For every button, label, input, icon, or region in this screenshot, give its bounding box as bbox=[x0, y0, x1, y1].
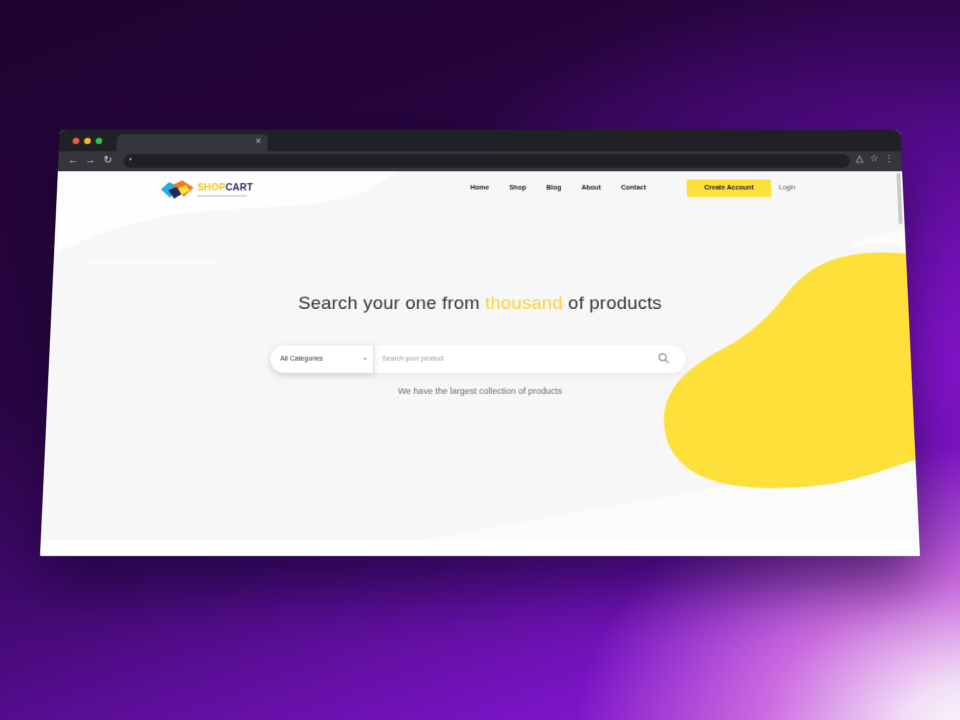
lock-icon: ▪ bbox=[129, 154, 133, 164]
chevron-down-icon: ⌄ bbox=[361, 353, 369, 362]
login-link[interactable]: Login bbox=[779, 184, 796, 193]
logo-tagline bbox=[197, 194, 248, 197]
category-select[interactable]: All Categories ⌄ bbox=[270, 345, 375, 373]
hero-title-highlight: thousand bbox=[485, 293, 563, 314]
hero-title-end: of products bbox=[562, 293, 663, 314]
search-icon[interactable] bbox=[657, 352, 670, 364]
shopcart-logo[interactable]: SHOPCART bbox=[159, 179, 254, 199]
browser-toolbar: ← → ↻ ▪ △ ☆ ⋮ bbox=[57, 151, 903, 172]
star-icon[interactable]: ☆ bbox=[870, 154, 879, 164]
logo-wordmark: SHOPCART bbox=[197, 183, 253, 197]
logo-text-shop: SHOP bbox=[197, 182, 226, 193]
search-input[interactable]: Search your product bbox=[382, 355, 444, 364]
minimize-window-dot[interactable] bbox=[84, 137, 91, 145]
main-nav: Home Shop Blog About Contact bbox=[470, 184, 666, 193]
nav-shop[interactable]: Shop bbox=[509, 184, 526, 193]
nav-about[interactable]: About bbox=[581, 184, 601, 193]
shopping-bags-icon bbox=[160, 180, 194, 199]
yellow-blob bbox=[660, 252, 917, 489]
create-account-button[interactable]: Create Account bbox=[686, 179, 772, 197]
hero-title: Search your one from thousand of product… bbox=[266, 294, 695, 315]
hero-subtitle: We have the largest collection of produc… bbox=[397, 386, 563, 396]
maximize-window-dot[interactable] bbox=[95, 137, 103, 145]
tab-close-icon[interactable]: × bbox=[255, 137, 261, 148]
share-icon[interactable]: △ bbox=[856, 154, 864, 164]
close-window-dot[interactable] bbox=[72, 137, 80, 145]
back-arrow-icon[interactable]: ← bbox=[68, 155, 79, 167]
nav-blog[interactable]: Blog bbox=[546, 184, 561, 193]
next-section-edge bbox=[40, 540, 920, 556]
webpage: SHOPCART Home Shop Blog About Contact Cr… bbox=[40, 171, 920, 556]
address-bar[interactable]: ▪ bbox=[123, 154, 851, 168]
nav-home[interactable]: Home bbox=[470, 184, 489, 193]
logo-text-cart: CART bbox=[225, 182, 254, 193]
kebab-menu-icon[interactable]: ⋮ bbox=[884, 154, 894, 164]
reload-icon[interactable]: ↻ bbox=[103, 155, 112, 167]
site-header: SHOPCART Home Shop Blog About Contact Cr… bbox=[56, 171, 904, 208]
browser-window: × ← → ↻ ▪ △ ☆ ⋮ SHOPCART Home Shop Blog … bbox=[40, 129, 920, 556]
search-bar: All Categories ⌄ Search your product bbox=[270, 345, 686, 373]
forward-arrow-icon[interactable]: → bbox=[85, 155, 96, 167]
hero-title-start: Search your one from bbox=[297, 293, 486, 314]
browser-tab[interactable]: × bbox=[116, 134, 268, 152]
browser-titlebar: × bbox=[58, 129, 902, 152]
category-select-label: All Categories bbox=[280, 355, 323, 363]
nav-contact[interactable]: Contact bbox=[621, 184, 646, 193]
